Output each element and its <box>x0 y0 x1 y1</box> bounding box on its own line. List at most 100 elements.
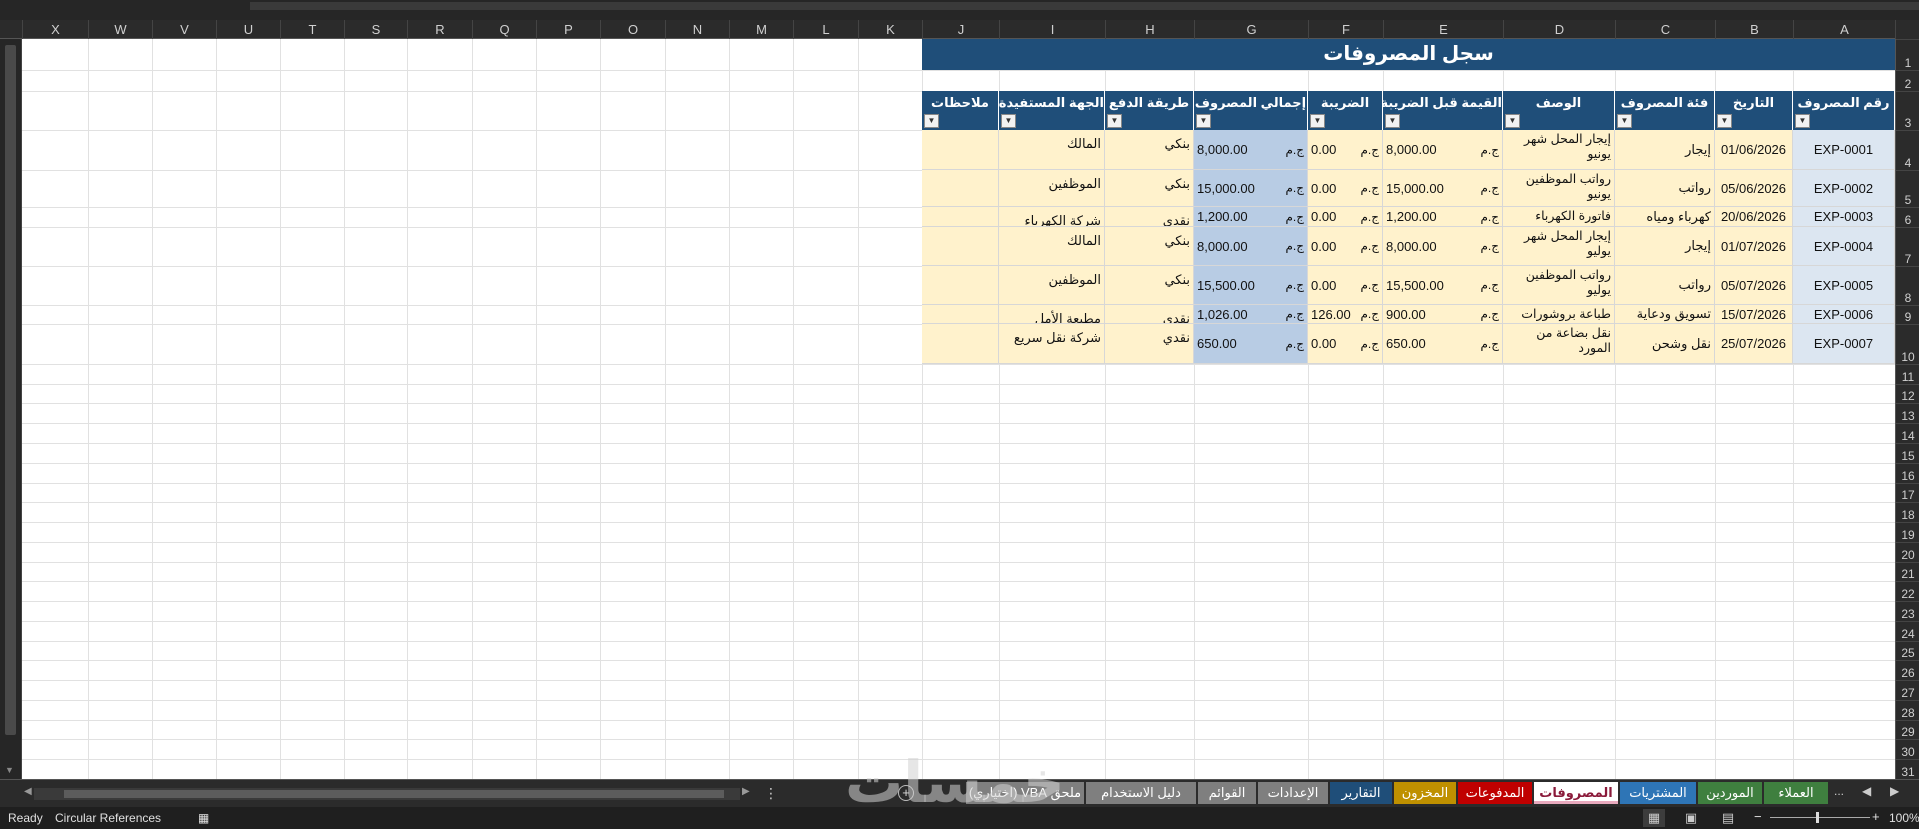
cell-tax[interactable]: 0.00 ج.م <box>1308 170 1383 207</box>
cell-payment-method[interactable]: بنكي <box>1105 130 1194 170</box>
sheet-tab-7[interactable]: التقارير <box>1330 782 1392 804</box>
sheet-tab-2[interactable]: الموردين <box>1698 782 1762 804</box>
cell-date[interactable]: 01/07/2026 <box>1715 227 1793 266</box>
cell-total[interactable]: 8,000.00 ج.م <box>1194 227 1308 266</box>
zoom-slider-thumb[interactable] <box>1816 812 1819 823</box>
table-header-E[interactable]: القيمة قبل الضريبة ▼ <box>1383 91 1503 130</box>
vertical-scroll-thumb[interactable] <box>5 45 16 735</box>
row-header-16[interactable]: 16 <box>1896 463 1919 483</box>
column-header-D[interactable]: D <box>1503 20 1615 39</box>
cell-date[interactable]: 15/07/2026 <box>1715 305 1793 324</box>
cell-payee[interactable]: شركة الكهرباء <box>999 207 1105 227</box>
page-break-view-icon[interactable]: ▤ <box>1717 809 1739 827</box>
cell-payee[interactable]: المالك <box>999 130 1105 170</box>
table-header-F[interactable]: الضريبة ▼ <box>1308 91 1383 130</box>
cell-total[interactable]: 8,000.00 ج.م <box>1194 130 1308 170</box>
row-header-4[interactable]: 4 <box>1896 130 1919 170</box>
row-header-12[interactable]: 12 <box>1896 384 1919 403</box>
cell-notes[interactable] <box>922 130 999 170</box>
table-header-C[interactable]: فئة المصروف ▼ <box>1615 91 1715 130</box>
filter-dropdown-icon[interactable]: ▼ <box>1505 114 1520 128</box>
column-header-I[interactable]: I <box>999 20 1105 39</box>
cell-expense-id[interactable]: EXP-0002 <box>1793 170 1895 207</box>
cell-notes[interactable] <box>922 305 999 324</box>
column-header-E[interactable]: E <box>1383 20 1503 39</box>
column-header-M[interactable]: M <box>729 20 793 39</box>
select-all-corner[interactable] <box>1895 20 1919 39</box>
row-header-7[interactable]: 7 <box>1896 227 1919 266</box>
cell-description[interactable]: نقل بضاعة من المورد <box>1503 324 1615 364</box>
filter-dropdown-icon[interactable]: ▼ <box>1617 114 1632 128</box>
row-header-25[interactable]: 25 <box>1896 641 1919 660</box>
table-header-B[interactable]: التاريخ ▼ <box>1715 91 1793 130</box>
cell-description[interactable]: طباعة بروشورات <box>1503 305 1615 324</box>
cell-notes[interactable] <box>922 170 999 207</box>
cell-before-tax[interactable]: 1,200.00 ج.م <box>1383 207 1503 227</box>
column-header-V[interactable]: V <box>152 20 216 39</box>
cell-date[interactable]: 25/07/2026 <box>1715 324 1793 364</box>
cell-category[interactable]: تسويق ودعاية <box>1615 305 1715 324</box>
column-header-T[interactable]: T <box>280 20 344 39</box>
cell-before-tax[interactable]: 15,000.00 ج.م <box>1383 170 1503 207</box>
cell-date[interactable]: 01/06/2026 <box>1715 130 1793 170</box>
cell-payment-method[interactable]: نقدي <box>1105 207 1194 227</box>
cell-payee[interactable]: شركة نقل سريع <box>999 324 1105 364</box>
cell-description[interactable]: رواتب الموظفين يوليو <box>1503 266 1615 305</box>
column-header-S[interactable]: S <box>344 20 407 39</box>
cell-total[interactable]: 1,200.00 ج.م <box>1194 207 1308 227</box>
sheet-tab-3[interactable]: المشتريات <box>1620 782 1696 804</box>
cell-before-tax[interactable]: 8,000.00 ج.م <box>1383 130 1503 170</box>
horizontal-scroll-thumb[interactable] <box>64 790 724 798</box>
cell-category[interactable]: رواتب <box>1615 170 1715 207</box>
zoom-out-button[interactable]: − <box>1754 809 1762 824</box>
sheet-tab-9[interactable]: القوائم <box>1198 782 1256 804</box>
row-header-20[interactable]: 20 <box>1896 542 1919 562</box>
row-header-1[interactable]: 1 <box>1896 39 1919 70</box>
row-header-5[interactable]: 5 <box>1896 170 1919 207</box>
scroll-down-icon[interactable]: ▼ <box>5 765 14 775</box>
row-header-6[interactable]: 6 <box>1896 207 1919 227</box>
cell-payment-method[interactable]: نقدي <box>1105 324 1194 364</box>
sheet-title[interactable]: سجل المصروفات <box>922 39 1895 70</box>
cell-tax[interactable]: 0.00 ج.م <box>1308 227 1383 266</box>
cell-date[interactable]: 05/06/2026 <box>1715 170 1793 207</box>
cell-notes[interactable] <box>922 266 999 305</box>
filter-dropdown-icon[interactable]: ▼ <box>1717 114 1732 128</box>
cell-before-tax[interactable]: 650.00 ج.م <box>1383 324 1503 364</box>
row-header-26[interactable]: 26 <box>1896 660 1919 680</box>
cell-date[interactable]: 05/07/2026 <box>1715 266 1793 305</box>
row-header-27[interactable]: 27 <box>1896 680 1919 700</box>
row-header-28[interactable]: 28 <box>1896 700 1919 720</box>
column-header-X[interactable]: X <box>22 20 88 39</box>
normal-view-icon[interactable]: ▦ <box>1643 809 1665 827</box>
cell-tax[interactable]: 0.00 ج.م <box>1308 324 1383 364</box>
filter-dropdown-icon[interactable]: ▼ <box>1196 114 1211 128</box>
cell-total[interactable]: 15,500.00 ج.م <box>1194 266 1308 305</box>
row-header-10[interactable]: 10 <box>1896 324 1919 364</box>
cell-description[interactable]: رواتب الموظفين يونيو <box>1503 170 1615 207</box>
cell-category[interactable]: إيجار <box>1615 130 1715 170</box>
cell-tax[interactable]: 0.00 ج.م <box>1308 207 1383 227</box>
top-scroll-track[interactable] <box>250 2 1919 10</box>
row-header-23[interactable]: 23 <box>1896 601 1919 621</box>
column-header-L[interactable]: L <box>793 20 858 39</box>
sheet-tab-5[interactable]: المدفوعات <box>1458 782 1532 804</box>
column-header-K[interactable]: K <box>858 20 922 39</box>
cell-notes[interactable] <box>922 324 999 364</box>
column-header-A[interactable]: A <box>1793 20 1895 39</box>
cell-tax[interactable]: 0.00 ج.م <box>1308 130 1383 170</box>
filter-dropdown-icon[interactable]: ▼ <box>924 114 939 128</box>
sheet-tab-10[interactable]: دليل الاستخدام <box>1086 782 1196 804</box>
table-header-G[interactable]: إجمالي المصروف ▼ <box>1194 91 1308 130</box>
cell-payee[interactable]: مطبعة الأمل <box>999 305 1105 324</box>
table-header-I[interactable]: الجهة المستفيدة ▼ <box>999 91 1105 130</box>
cell-expense-id[interactable]: EXP-0001 <box>1793 130 1895 170</box>
cell-payee[interactable]: الموظفين <box>999 170 1105 207</box>
row-header-21[interactable]: 21 <box>1896 562 1919 581</box>
column-header-G[interactable]: G <box>1194 20 1308 39</box>
column-header-W[interactable]: W <box>88 20 152 39</box>
accessibility-icon[interactable]: ▦ <box>198 811 209 825</box>
filter-dropdown-icon[interactable]: ▼ <box>1001 114 1016 128</box>
zoom-level[interactable]: 100% <box>1889 811 1919 825</box>
row-header-8[interactable]: 8 <box>1896 266 1919 305</box>
